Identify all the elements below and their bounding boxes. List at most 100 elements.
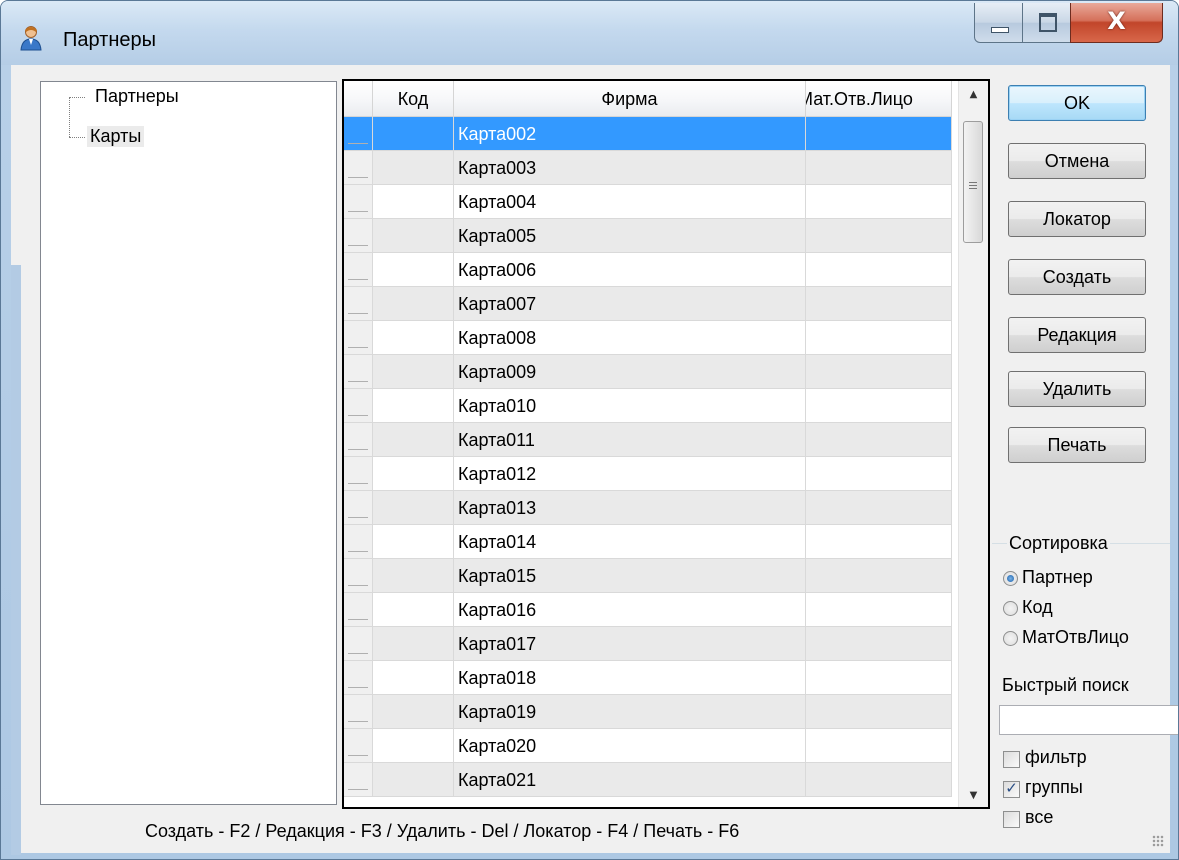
sort-option-label[interactable]: Партнер (1022, 567, 1093, 588)
cell-mat-otv-litso[interactable] (806, 491, 952, 525)
title-bar[interactable]: Партнеры X (1, 1, 1178, 65)
row-indicator[interactable] (344, 661, 373, 695)
row-indicator[interactable] (344, 729, 373, 763)
cell-kod[interactable] (373, 423, 454, 457)
row-indicator[interactable] (344, 219, 373, 253)
cell-kod[interactable] (373, 627, 454, 661)
cell-firma[interactable]: Карта003 (454, 151, 806, 185)
cell-mat-otv-litso[interactable] (806, 729, 952, 763)
scroll-down-icon[interactable]: ▼ (959, 790, 988, 801)
checkbox-filter[interactable] (1003, 751, 1020, 768)
table-row[interactable]: Карта014 (344, 525, 952, 559)
cell-kod[interactable] (373, 593, 454, 627)
checkbox-all[interactable] (1003, 811, 1020, 828)
locator-button[interactable]: Локатор (1008, 201, 1146, 237)
print-button[interactable]: Печать (1008, 427, 1146, 463)
table-row[interactable]: Карта008 (344, 321, 952, 355)
cell-kod[interactable] (373, 219, 454, 253)
row-indicator[interactable] (344, 457, 373, 491)
cell-firma[interactable]: Карта020 (454, 729, 806, 763)
row-indicator[interactable] (344, 287, 373, 321)
row-indicator[interactable] (344, 491, 373, 525)
cell-mat-otv-litso[interactable] (806, 389, 952, 423)
resize-grip-icon[interactable] (1152, 835, 1164, 847)
edit-button[interactable]: Редакция (1008, 317, 1146, 353)
cell-mat-otv-litso[interactable] (806, 117, 952, 151)
cell-mat-otv-litso[interactable] (806, 287, 952, 321)
cell-firma[interactable]: Карта010 (454, 389, 806, 423)
table-row[interactable]: Карта016 (344, 593, 952, 627)
cell-mat-otv-litso[interactable] (806, 525, 952, 559)
row-indicator[interactable] (344, 151, 373, 185)
cell-kod[interactable] (373, 287, 454, 321)
cell-mat-otv-litso[interactable] (806, 763, 952, 797)
cell-firma[interactable]: Карта014 (454, 525, 806, 559)
cell-firma[interactable]: Карта016 (454, 593, 806, 627)
cell-firma[interactable]: Карта015 (454, 559, 806, 593)
cell-kod[interactable] (373, 253, 454, 287)
cell-firma[interactable]: Карта012 (454, 457, 806, 491)
quick-search-input[interactable] (999, 705, 1178, 735)
cell-mat-otv-litso[interactable] (806, 627, 952, 661)
cell-firma[interactable]: Карта013 (454, 491, 806, 525)
cell-kod[interactable] (373, 389, 454, 423)
row-indicator[interactable] (344, 117, 373, 151)
cell-firma[interactable]: Карта005 (454, 219, 806, 253)
cell-firma[interactable]: Карта019 (454, 695, 806, 729)
cell-kod[interactable] (373, 355, 454, 389)
cell-firma[interactable]: Карта006 (454, 253, 806, 287)
sort-radio-partner[interactable] (1003, 571, 1018, 586)
cancel-button[interactable]: Отмена (1008, 143, 1146, 179)
sort-radio-kod[interactable] (1003, 601, 1018, 616)
cell-kod[interactable] (373, 491, 454, 525)
tree-item-cards[interactable]: Карты (87, 126, 145, 147)
close-button[interactable]: X (1070, 3, 1163, 43)
table-row[interactable]: Карта009 (344, 355, 952, 389)
cell-mat-otv-litso[interactable] (806, 695, 952, 729)
cell-mat-otv-litso[interactable] (806, 593, 952, 627)
row-indicator[interactable] (344, 185, 373, 219)
group-tree[interactable]: Партнеры Карты (40, 81, 337, 805)
cell-firma[interactable]: Карта021 (454, 763, 806, 797)
partners-grid[interactable]: Код Фирма Мат.Отв.Лицо Карта002 Карта003 К… (342, 79, 990, 809)
table-row[interactable]: Карта004 (344, 185, 952, 219)
table-row[interactable]: Карта003 (344, 151, 952, 185)
cell-mat-otv-litso[interactable] (806, 661, 952, 695)
cell-mat-otv-litso[interactable] (806, 457, 952, 491)
delete-button[interactable]: Удалить (1008, 371, 1146, 407)
maximize-button[interactable] (1022, 3, 1071, 43)
row-indicator[interactable] (344, 763, 373, 797)
sort-option-label[interactable]: МатОтвЛицо (1022, 627, 1129, 648)
cell-mat-otv-litso[interactable] (806, 423, 952, 457)
cell-mat-otv-litso[interactable] (806, 253, 952, 287)
table-row[interactable]: Карта019 (344, 695, 952, 729)
row-indicator[interactable] (344, 525, 373, 559)
table-row[interactable]: Карта005 (344, 219, 952, 253)
table-row[interactable]: Карта010 (344, 389, 952, 423)
table-row[interactable]: Карта007 (344, 287, 952, 321)
cell-firma[interactable]: Карта008 (454, 321, 806, 355)
checkbox-label[interactable]: группы (1025, 777, 1083, 798)
scroll-thumb[interactable] (963, 121, 983, 243)
cell-kod[interactable] (373, 729, 454, 763)
cell-firma[interactable]: Карта004 (454, 185, 806, 219)
cell-kod[interactable] (373, 695, 454, 729)
cell-kod[interactable] (373, 117, 454, 151)
cell-mat-otv-litso[interactable] (806, 219, 952, 253)
table-row[interactable]: Карта015 (344, 559, 952, 593)
column-header-mat-otv-litso[interactable]: Мат.Отв.Лицо (806, 81, 952, 117)
table-row[interactable]: Карта018 (344, 661, 952, 695)
ok-button[interactable]: OK (1008, 85, 1146, 121)
cell-mat-otv-litso[interactable] (806, 355, 952, 389)
row-indicator[interactable] (344, 593, 373, 627)
table-row[interactable]: Карта021 (344, 763, 952, 797)
row-indicator[interactable] (344, 627, 373, 661)
cell-firma[interactable]: Карта018 (454, 661, 806, 695)
vertical-scrollbar[interactable]: ▲ ▼ (958, 81, 988, 807)
row-indicator[interactable] (344, 253, 373, 287)
table-row[interactable]: Карта013 (344, 491, 952, 525)
column-header-kod[interactable]: Код (373, 81, 454, 117)
tree-item-partners[interactable]: Партнеры (95, 86, 179, 107)
table-row[interactable]: Карта002 (344, 117, 952, 151)
cell-kod[interactable] (373, 185, 454, 219)
